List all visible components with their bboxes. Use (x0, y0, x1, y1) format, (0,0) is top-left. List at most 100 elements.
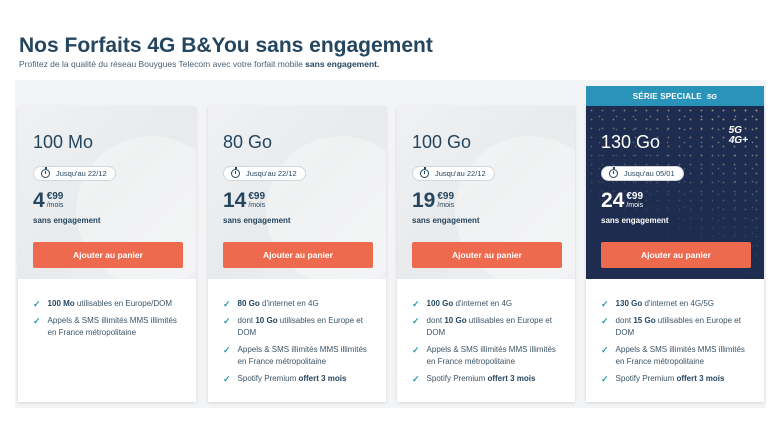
feature-highlight: 100 Mo (47, 299, 75, 308)
check-icon: ✓ (223, 374, 231, 384)
feature-description: Appels & SMS illimités MMS illimités en … (427, 344, 563, 368)
feature-item: ✓ dont 15 Go utilisables en Europe et DO… (601, 315, 752, 339)
stopwatch-icon (41, 167, 50, 178)
plan-card-header: 100 Go Jusqu'au 22/12 19 €99 /mois sans … (397, 106, 575, 279)
feature-item: ✓ Spotify Premium offert 3 mois (223, 373, 374, 385)
feature-item: ✓ Appels & SMS illimités MMS illimités e… (223, 344, 374, 368)
feature-text: Appels & SMS illimités MMS illimités en … (237, 345, 367, 366)
promo-deadline-text: Jusqu'au 22/12 (435, 169, 486, 178)
feature-text: dont (615, 316, 634, 325)
check-icon: ✓ (601, 345, 609, 355)
feature-item: ✓ 130 Go d'internet en 4G/5G (601, 298, 752, 310)
price-cents: €99 (437, 191, 455, 202)
plan-card-header: 100 Mo Jusqu'au 22/12 4 €99 /mois sans e… (18, 106, 196, 279)
feature-item: ✓ Appels & SMS illimités MMS illimités e… (601, 344, 752, 368)
feature-description: 130 Go d'internet en 4G/5G (616, 298, 714, 310)
feature-description: 100 Go d'internet en 4G (427, 298, 513, 310)
feature-item: ✓ 80 Go d'internet en 4G (223, 298, 374, 310)
promo-deadline-badge: Jusqu'au 22/12 (33, 166, 116, 181)
feature-text: Appels & SMS illimités MMS illimités en … (426, 345, 556, 366)
feature-highlight: offert 3 mois (676, 374, 725, 383)
check-icon: ✓ (601, 316, 609, 326)
stopwatch-icon (609, 167, 618, 178)
plan-card: 100 Go Jusqu'au 22/12 19 €99 /mois sans … (397, 106, 575, 402)
feature-item: ✓ dont 10 Go utilisables en Europe et DO… (412, 315, 563, 339)
price-euros: 19 (412, 189, 436, 212)
feature-item: ✓ Spotify Premium offert 3 mois (412, 373, 563, 385)
feature-description: 100 Mo utilisables en Europe/DOM (48, 298, 173, 310)
price-cents: €99 (626, 191, 644, 202)
feature-highlight: offert 3 mois (487, 374, 536, 383)
feature-highlight: 15 Go (633, 316, 656, 325)
feature-text: d'internet en 4G (453, 299, 513, 308)
feature-item: ✓ 100 Go d'internet en 4G (412, 298, 563, 310)
feature-description: 80 Go d'internet en 4G (238, 298, 319, 310)
promo-deadline-badge: Jusqu'au 22/12 (223, 166, 306, 181)
feature-description: dont 10 Go utilisables en Europe et DOM (238, 315, 374, 339)
feature-text: Spotify Premium (237, 374, 299, 383)
check-icon: ✓ (412, 345, 420, 355)
promo-deadline-text: Jusqu'au 22/12 (56, 169, 107, 178)
feature-highlight: 10 Go (255, 316, 278, 325)
commitment-label: sans engagement (412, 216, 480, 225)
feature-description: dont 15 Go utilisables en Europe et DOM (616, 315, 752, 339)
check-icon: ✓ (412, 316, 420, 326)
feature-text: dont (426, 316, 445, 325)
feature-list: ✓ 100 Mo utilisables en Europe/DOM ✓ App… (18, 279, 196, 339)
check-icon: ✓ (223, 345, 231, 355)
price-period: /mois (248, 202, 266, 209)
special-series-label: SÉRIE SPECIALE (632, 91, 702, 101)
check-icon: ✓ (33, 299, 41, 309)
badge-4g-plus: 4G+ (728, 135, 748, 146)
feature-description: Appels & SMS illimités MMS illimités en … (238, 344, 374, 368)
plan-card: 100 Mo Jusqu'au 22/12 4 €99 /mois sans e… (18, 106, 196, 402)
price-euros: 4 (33, 189, 45, 212)
add-to-cart-button[interactable]: Ajouter au panier (33, 242, 183, 268)
check-icon: ✓ (601, 374, 609, 384)
special-series-banner: SÉRIE SPECIALE 5G (586, 86, 764, 106)
check-icon: ✓ (223, 316, 231, 326)
plan-data-amount: 100 Go (412, 132, 472, 152)
feature-description: Spotify Premium offert 3 mois (238, 373, 347, 385)
feature-text: Appels & SMS illimités MMS illimités en … (615, 345, 745, 366)
feature-highlight: 80 Go (237, 299, 260, 308)
plan-price: 14 €99 /mois (223, 190, 265, 211)
promo-deadline-badge: Jusqu'au 22/12 (412, 166, 495, 181)
plan-card-header: 80 Go Jusqu'au 22/12 14 €99 /mois sans e… (208, 106, 386, 279)
feature-item: ✓ Spotify Premium offert 3 mois (601, 373, 752, 385)
add-to-cart-button[interactable]: Ajouter au panier (412, 242, 562, 268)
price-period: /mois (46, 202, 64, 209)
price-cents: €99 (46, 191, 64, 202)
plan-card: 80 Go Jusqu'au 22/12 14 €99 /mois sans e… (208, 106, 386, 402)
plan-data-amount: 80 Go (223, 132, 273, 152)
feature-description: Appels & SMS illimités MMS illimités en … (616, 344, 752, 368)
feature-highlight: 100 Go (426, 299, 454, 308)
plan-card-header: 130 Go 5G 4G+ Jusqu'au 05/01 24 €99 /moi… (586, 106, 764, 279)
5g-4g-badge-icon: 5G 4G+ (729, 126, 748, 146)
feature-list: ✓ 130 Go d'internet en 4G/5G ✓ dont 15 G… (586, 279, 764, 385)
add-to-cart-button[interactable]: Ajouter au panier (223, 242, 373, 268)
feature-description: Spotify Premium offert 3 mois (616, 373, 725, 385)
feature-highlight: 130 Go (615, 299, 643, 308)
feature-text: Appels & SMS illimités MMS illimités en … (47, 316, 177, 337)
plan-price: 4 €99 /mois (33, 190, 63, 211)
subtitle-text: Profitez de la qualité du réseau Bouygue… (19, 59, 306, 69)
add-to-cart-button[interactable]: Ajouter au panier (601, 242, 751, 268)
feature-item: ✓ dont 10 Go utilisables en Europe et DO… (223, 315, 374, 339)
feature-list: ✓ 80 Go d'internet en 4G ✓ dont 10 Go ut… (208, 279, 386, 385)
feature-highlight: offert 3 mois (298, 374, 347, 383)
feature-item: ✓ Appels & SMS illimités MMS illimités e… (33, 315, 184, 339)
promo-deadline-text: Jusqu'au 22/12 (246, 169, 297, 178)
price-euros: 14 (223, 189, 247, 212)
check-icon: ✓ (33, 316, 41, 326)
feature-item: ✓ 100 Mo utilisables en Europe/DOM (33, 298, 184, 310)
plan-data-amount: 100 Mo (33, 132, 94, 152)
plan-price: 24 €99 /mois (601, 190, 643, 211)
check-icon: ✓ (412, 374, 420, 384)
subtitle-emphasis: sans engagement. (305, 59, 380, 69)
plan-card: 130 Go 5G 4G+ Jusqu'au 05/01 24 €99 /moi… (586, 106, 764, 402)
feature-highlight: 10 Go (444, 316, 467, 325)
feature-description: dont 10 Go utilisables en Europe et DOM (427, 315, 563, 339)
promo-deadline-text: Jusqu'au 05/01 (624, 169, 675, 178)
feature-text: Spotify Premium (615, 374, 677, 383)
